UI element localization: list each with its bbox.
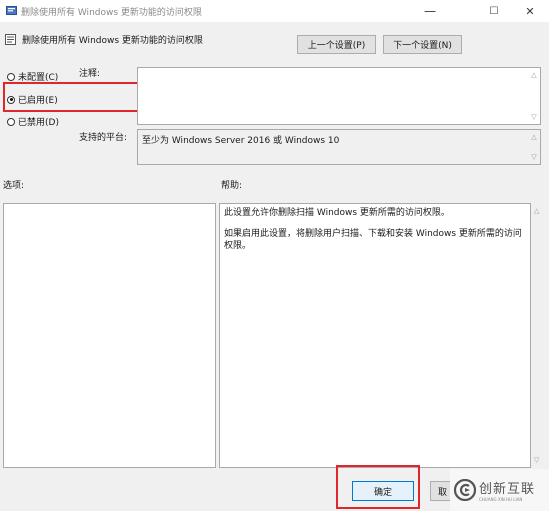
comment-textarea[interactable]: △ ▽ — [137, 67, 541, 125]
help-scrollbar[interactable]: △ ▽ — [531, 203, 546, 468]
policy-icon — [6, 6, 17, 15]
platform-label: 支持的平台: — [79, 133, 128, 143]
radio-circle[interactable] — [7, 72, 15, 81]
enabled-highlight-box — [3, 82, 150, 112]
ok-highlight-box — [336, 465, 420, 509]
maximize-button[interactable]: ☐ — [477, 0, 511, 22]
help-text: 此设置允许你删除扫描 Windows 更新所需的访问权限。 如果启用此设置，将删… — [220, 204, 530, 252]
watermark-logo-icon — [454, 479, 476, 501]
scroll-down-icon[interactable]: ▽ — [534, 456, 539, 464]
options-pane — [3, 203, 216, 468]
help-paragraph: 此设置允许你删除扫描 Windows 更新所需的访问权限。 — [224, 208, 450, 218]
policy-setting-icon — [5, 34, 16, 45]
scroll-down-icon[interactable]: ▽ — [530, 153, 538, 161]
help-pane: 此设置允许你删除扫描 Windows 更新所需的访问权限。 如果启用此设置，将删… — [219, 203, 531, 468]
previous-setting-button[interactable]: 上一个设置(P) — [297, 35, 376, 54]
scroll-up-icon[interactable]: △ — [530, 133, 538, 141]
radio-circle[interactable] — [7, 117, 15, 126]
radio-label: 已禁用(D) — [18, 118, 59, 128]
close-button[interactable]: ✕ — [513, 0, 547, 22]
help-paragraph: 如果启用此设置，将删除用户扫描、下载和安装 Windows 更新所需的访问权限。 — [224, 229, 522, 251]
watermark-name: 创新互联 — [479, 482, 536, 497]
scroll-down-icon[interactable]: ▽ — [530, 113, 538, 121]
scroll-up-icon[interactable]: △ — [534, 207, 539, 215]
platform-field: 至少为 Windows Server 2016 或 Windows 10 △ ▽ — [137, 129, 541, 165]
title-bar: 删除使用所有 Windows 更新功能的访问权限 — ☐ ✕ — [0, 0, 549, 22]
next-setting-button[interactable]: 下一个设置(N) — [383, 35, 462, 54]
policy-name: 删除使用所有 Windows 更新功能的访问权限 — [22, 36, 203, 46]
help-label: 帮助: — [221, 181, 243, 191]
minimize-button[interactable]: — — [413, 0, 447, 22]
watermark-subtitle: CHUANG XIN HU LIAN — [479, 497, 523, 502]
scroll-up-icon[interactable]: △ — [530, 71, 538, 79]
options-label: 选项: — [3, 181, 25, 191]
watermark: 创新互联 CHUANG XIN HU LIAN — [450, 469, 549, 511]
window-title: 删除使用所有 Windows 更新功能的访问权限 — [21, 8, 202, 18]
comment-label: 注释: — [79, 69, 101, 79]
platform-value: 至少为 Windows Server 2016 或 Windows 10 — [142, 136, 340, 146]
radio-disabled[interactable]: 已禁用(D) — [7, 115, 59, 128]
